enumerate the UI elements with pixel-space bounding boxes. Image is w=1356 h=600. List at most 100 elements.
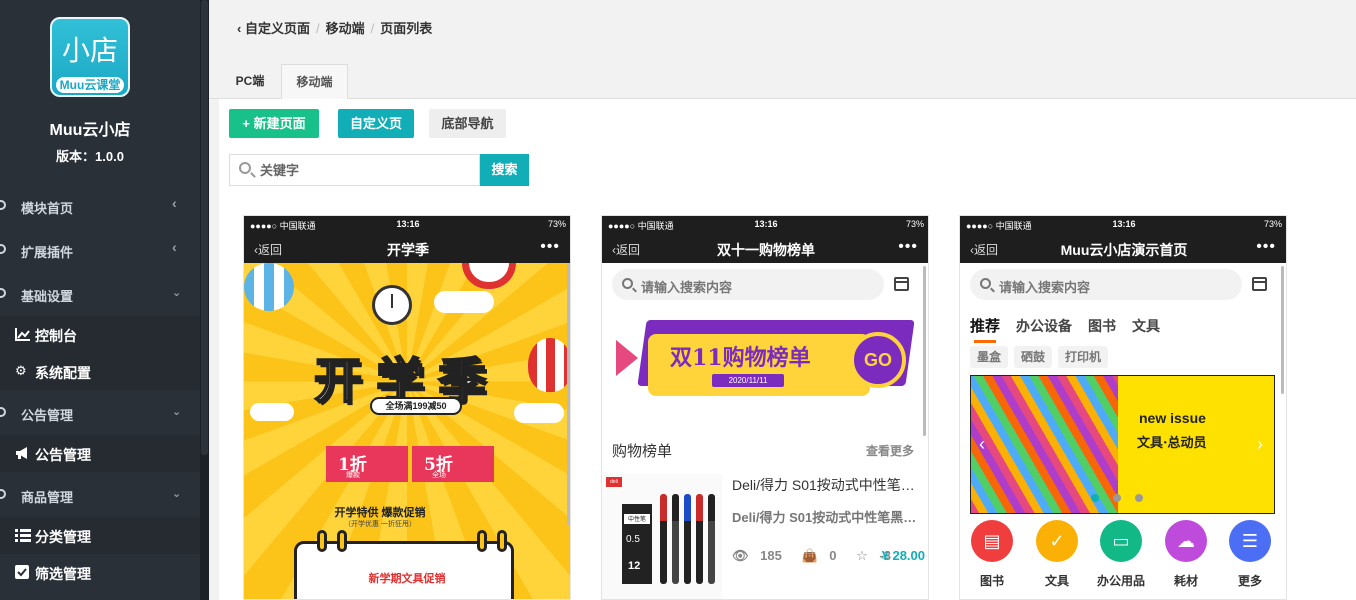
new-page-button[interactable]: + 新建页面 [229, 109, 319, 138]
poster-pill-banner: 全场满199减50 [370, 397, 462, 415]
sidebar-item-dashboard[interactable]: 控制台 [0, 316, 200, 353]
gears-icon: ⚙ [15, 363, 27, 378]
category-consumables[interactable]: ☁ 耗材 [1156, 520, 1216, 589]
more-icon[interactable]: ••• [1256, 238, 1276, 256]
carousel-subtitle: 文具·总动员 [1137, 436, 1207, 451]
phone-search-bar[interactable]: 请输入搜索内容 [612, 269, 884, 300]
category-office-supplies[interactable]: ▭ 办公用品 [1091, 520, 1151, 589]
category-more[interactable]: ☰ 更多 [1220, 520, 1280, 589]
monitor-icon: ▭ [1100, 520, 1142, 562]
product-image[interactable]: deli 中性笔 0.5 12 [602, 474, 722, 599]
view-more-link[interactable]: 查看更多 [866, 442, 914, 459]
sidebar-item-label: 控制台 [35, 328, 77, 344]
more-icon[interactable]: ••• [540, 238, 560, 256]
tab-pc[interactable]: PC端 [225, 64, 275, 99]
carousel-dot[interactable] [1091, 494, 1099, 502]
logo-subtext: Muu云课堂 [56, 77, 124, 93]
sidebar-scrollbar[interactable] [200, 0, 209, 600]
book-icon: ▤ [971, 520, 1013, 562]
scrollbar-thumb[interactable] [201, 0, 208, 455]
brand-logo: deli [606, 477, 622, 487]
phone-scrollbar[interactable] [567, 263, 570, 525]
search-button[interactable]: 搜索 [480, 154, 529, 186]
nav-group-label: 商品管理 [21, 490, 74, 505]
menu-icon: ☰ [1229, 520, 1271, 562]
carousel-headline: new issue [1139, 410, 1206, 426]
status-bar: ●●●●○ 中国联通 13:16 73% [602, 216, 928, 234]
pen-box: 中性笔 0.5 12 [622, 504, 652, 584]
status-time: 13:16 [754, 219, 778, 229]
sale-banner[interactable]: 双11购物榜单 2020/11/11 GO [612, 312, 917, 418]
star-icon: ☆ [856, 548, 868, 563]
tab-stationery[interactable]: 文具 [1132, 318, 1160, 334]
status-time: 13:16 [396, 219, 420, 229]
breadcrumb-item[interactable]: 自定义页面 [245, 21, 310, 36]
main-content: + 新建页面 自定义页 底部导航 搜索 ●●●●○ 中国联通 13:16 73%… [219, 99, 1356, 600]
tab-mobile[interactable]: 移动端 [281, 64, 348, 99]
list-icon [15, 528, 31, 542]
tag-chip[interactable]: 硒鼓 [1014, 346, 1053, 368]
search-input[interactable] [260, 161, 470, 179]
carousel-dot[interactable] [1135, 494, 1143, 502]
tab-books[interactable]: 图书 [1088, 318, 1116, 334]
breadcrumb-separator: / [370, 21, 375, 36]
shop-name: Muu云小店 [49, 122, 131, 139]
nav-group-basic-settings[interactable]: 基础设置 ⌄ [0, 273, 200, 314]
tag-chip[interactable]: 打印机 [1058, 346, 1109, 368]
chevron-left-icon[interactable]: ‹ [237, 21, 241, 36]
breadcrumb: ‹ 自定义页面 / 移动端 / 页面列表 [237, 18, 432, 37]
phone-scrollbar[interactable] [923, 266, 926, 436]
page-card-double-eleven[interactable]: ●●●●○ 中国联通 13:16 73% ‹返回 双十一购物榜单 ••• 请输入… [601, 215, 929, 600]
page-title: 开学季 [387, 242, 429, 258]
banner-date: 2020/11/11 [712, 374, 784, 387]
pen-box-label: 中性笔 [624, 514, 650, 524]
alarm-clock-icon [372, 285, 412, 325]
checkbox-icon [15, 565, 31, 579]
cloud-icon [434, 291, 494, 313]
phone-search-bar[interactable]: 请输入搜索内容 [970, 269, 1242, 300]
coupon-subtext: 爆款 [346, 472, 360, 479]
custom-page-button[interactable]: 自定义页 [338, 109, 414, 138]
sidebar-item-system-config[interactable]: ⚙ 系统配置 [0, 353, 200, 390]
tag-chip[interactable]: 墨盒 [970, 346, 1009, 368]
calendar-icon[interactable] [1252, 277, 1267, 291]
sidebar-item-filter-manage[interactable]: 筛选管理 [0, 554, 200, 591]
nav-group-label: 公告管理 [21, 408, 74, 423]
nav-group-announcements[interactable]: 公告管理 ⌄ [0, 392, 200, 433]
category-stationery[interactable]: ✓ 文具 [1027, 520, 1087, 589]
chevron-left-icon[interactable]: ‹ [979, 434, 985, 455]
category-books[interactable]: ▤ 图书 [962, 520, 1022, 589]
go-button[interactable]: GO [850, 332, 906, 388]
banner-carousel[interactable]: new issue 文具·总动员 ‹ › [970, 375, 1275, 514]
pen-blue [684, 494, 691, 584]
status-bar: ●●●●○ 中国联通 13:16 73% [960, 216, 1286, 234]
app-logo[interactable]: 小店 Muu云课堂 [50, 17, 130, 97]
category-tabs: 推荐 办公设备 图书 文具 [970, 315, 1176, 336]
product-title[interactable]: Deli/得力 S01按动式中性笔… [732, 475, 922, 495]
page-card-school-season[interactable]: ●●●●○ 中国联通 13:16 73% ‹返回 开学季 ••• 开学季 全场满… [243, 215, 571, 600]
nav-group-products[interactable]: 商品管理 ⌄ [0, 474, 200, 515]
tab-office-equipment[interactable]: 办公设备 [1016, 318, 1072, 334]
sidebar-item-category-manage[interactable]: 分类管理 [0, 517, 200, 554]
more-icon[interactable]: ••• [898, 238, 918, 256]
bottom-nav-button[interactable]: 底部导航 [429, 109, 506, 138]
sidebar-item-announcement-manage[interactable]: 公告管理 [0, 435, 200, 472]
calendar-ring [317, 530, 327, 552]
phone-scrollbar[interactable] [1281, 266, 1284, 394]
calendar-icon[interactable] [894, 277, 909, 291]
page-title: 双十一购物榜单 [717, 242, 815, 258]
nav-group-label: 基础设置 [21, 289, 74, 304]
carousel-dot[interactable] [1113, 494, 1121, 502]
nav-group-module-home[interactable]: 模块首页 ‹ [0, 185, 200, 226]
breadcrumb-item-current: 页面列表 [380, 21, 433, 36]
chevron-right-icon[interactable]: › [1257, 434, 1263, 455]
pen-box-size: 0.5 [626, 534, 640, 545]
nav-group-extensions[interactable]: 扩展插件 ‹ [0, 229, 200, 270]
page-card-demo-home[interactable]: ●●●●○ 中国联通 13:16 73% ‹返回 Muu云小店演示首页 ••• … [959, 215, 1287, 600]
shop-version: 版本：1.0.0 [56, 149, 124, 164]
pen-red [660, 494, 667, 584]
logo-text: 小店 [61, 34, 118, 67]
tab-recommended[interactable]: 推荐 [970, 318, 1000, 335]
breadcrumb-item[interactable]: 移动端 [326, 21, 365, 36]
poster-promo-text: 新学期文具促销 [368, 573, 446, 585]
